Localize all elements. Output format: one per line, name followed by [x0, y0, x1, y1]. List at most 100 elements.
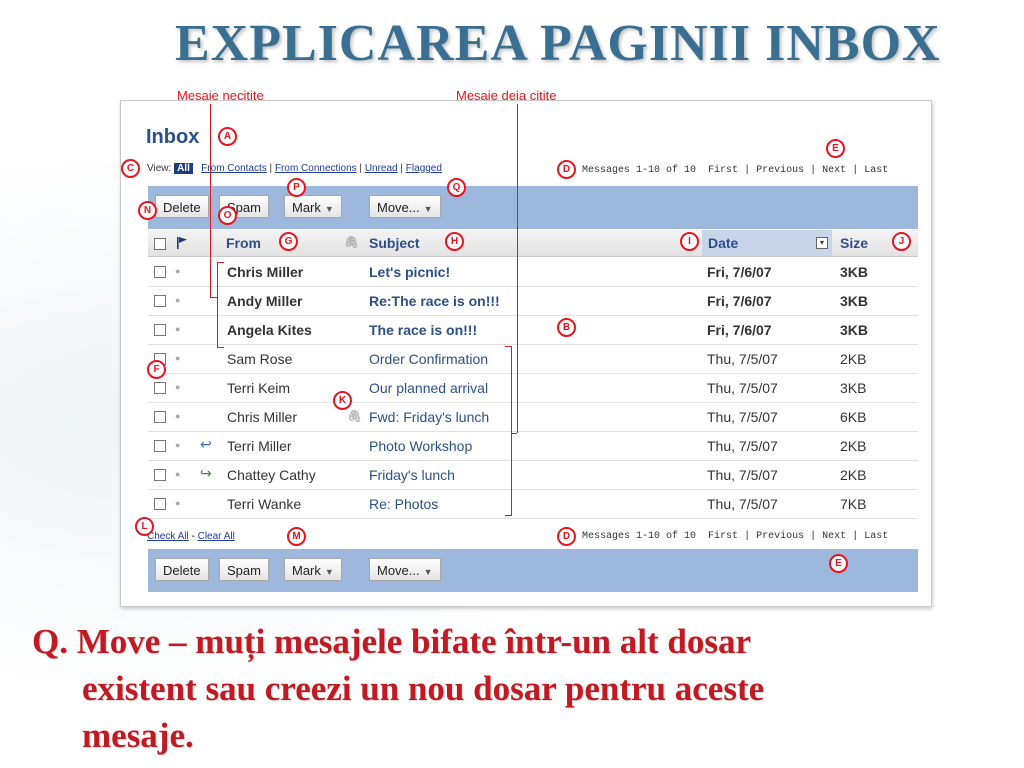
- read-leader-line: [517, 104, 518, 433]
- date-sort-dropdown-icon[interactable]: ▾: [816, 237, 828, 249]
- marker-c: C: [121, 159, 140, 178]
- message-subject[interactable]: Our planned arrival: [369, 380, 488, 396]
- pager-last-link[interactable]: Last: [864, 165, 888, 176]
- move-button[interactable]: Move... ▼: [369, 195, 441, 218]
- message-size: 2KB: [840, 467, 867, 483]
- marker-h: H: [445, 232, 464, 251]
- marker-p: P: [287, 178, 306, 197]
- flag-icon[interactable]: [176, 236, 188, 250]
- view-flagged-link[interactable]: Flagged: [406, 163, 442, 174]
- message-subject[interactable]: Photo Workshop: [369, 438, 472, 454]
- marker-g: G: [279, 232, 298, 251]
- message-subject[interactable]: Re:The race is on!!!: [369, 293, 500, 309]
- pager-next-link[interactable]: Next: [822, 165, 846, 176]
- marker-n: N: [138, 201, 157, 220]
- pager-bottom: Messages 1-10 of 10 First | Previous | N…: [582, 531, 888, 542]
- view-unread-link[interactable]: Unread: [365, 163, 398, 174]
- message-row[interactable]: ● ↪ Chattey Cathy Friday's lunch Thu, 7/5/07…: [148, 460, 918, 490]
- message-row[interactable]: ● Chris Miller Fwd: Friday's lunch Thu, 7/5…: [148, 402, 918, 432]
- message-size: 3KB: [840, 322, 869, 338]
- message-size: 7KB: [840, 496, 867, 512]
- message-subject[interactable]: Friday's lunch: [369, 467, 455, 483]
- message-checkbox[interactable]: [154, 440, 166, 452]
- message-row[interactable]: ● ↩ Terri Miller Photo Workshop Thu, 7/5/07 2…: [148, 431, 918, 461]
- flag-toggle-icon[interactable]: ●: [175, 498, 180, 508]
- marker-b: B: [557, 318, 576, 337]
- message-subject[interactable]: Order Confirmation: [369, 351, 488, 367]
- marker-o: O: [218, 206, 237, 225]
- message-checkbox[interactable]: [154, 469, 166, 481]
- replied-icon: ↩: [200, 436, 212, 452]
- separator: |: [852, 531, 859, 542]
- mark-button-label: Mark: [292, 200, 321, 215]
- view-all-filter[interactable]: All: [174, 163, 193, 174]
- message-sender: Chris Miller: [227, 409, 297, 425]
- select-all-checkbox[interactable]: [154, 238, 166, 250]
- column-subject[interactable]: Subject: [369, 235, 420, 251]
- pager-first-link[interactable]: First: [708, 165, 738, 176]
- delete-button[interactable]: Delete: [155, 195, 209, 218]
- spam-button[interactable]: Spam: [219, 558, 269, 581]
- pager-next-link[interactable]: Next: [822, 531, 846, 542]
- flag-toggle-icon[interactable]: ●: [175, 411, 180, 421]
- message-subject[interactable]: The race is on!!!: [369, 322, 477, 338]
- flag-toggle-icon[interactable]: ●: [175, 440, 180, 450]
- mark-button[interactable]: Mark ▼: [284, 195, 342, 218]
- flag-toggle-icon[interactable]: ●: [175, 353, 180, 363]
- message-row[interactable]: ● Sam Rose Order Confirmation Thu, 7/5/07 2K…: [148, 344, 918, 374]
- chevron-down-icon: ▼: [324, 567, 334, 577]
- separator: |: [400, 163, 404, 174]
- read-bracket: [505, 346, 512, 516]
- column-date[interactable]: Date: [708, 235, 738, 251]
- caption-line-1: Q. Move – muți mesajele bifate într-un a…: [32, 622, 752, 661]
- clear-all-link[interactable]: Clear All: [198, 531, 235, 542]
- marker-k: K: [333, 391, 352, 410]
- message-subject[interactable]: Let's picnic!: [369, 264, 450, 280]
- flag-toggle-icon[interactable]: ●: [175, 295, 180, 305]
- message-size: 3KB: [840, 293, 869, 309]
- message-row[interactable]: ● Angela Kites The race is on!!! Fri, 7/6/0…: [148, 315, 918, 345]
- view-from-connections-link[interactable]: From Connections: [275, 163, 357, 174]
- message-subject[interactable]: Re: Photos: [369, 496, 438, 512]
- message-sender: Andy Miller: [227, 293, 303, 309]
- message-subject[interactable]: Fwd: Friday's lunch: [369, 409, 489, 425]
- separator: |: [810, 531, 817, 542]
- flag-toggle-icon[interactable]: ●: [175, 324, 180, 334]
- flag-toggle-icon[interactable]: ●: [175, 266, 180, 276]
- pager-top: Messages 1-10 of 10 First | Previous | N…: [582, 165, 888, 176]
- message-size: 2KB: [840, 351, 867, 367]
- message-date: Thu, 7/5/07: [707, 380, 778, 396]
- column-size[interactable]: Size: [840, 235, 868, 251]
- pager-previous-link[interactable]: Previous: [756, 531, 804, 542]
- attachment-column-icon[interactable]: 🖇: [344, 235, 359, 249]
- view-from-contacts-link[interactable]: From Contacts: [201, 163, 267, 174]
- pager-first-link[interactable]: First: [708, 531, 738, 542]
- message-row[interactable]: ● Terri Wanke Re: Photos Thu, 7/5/07 7KB: [148, 489, 918, 519]
- move-button[interactable]: Move... ▼: [369, 558, 441, 581]
- mark-button[interactable]: Mark ▼: [284, 558, 342, 581]
- message-checkbox[interactable]: [154, 266, 166, 278]
- column-from[interactable]: From: [226, 235, 261, 251]
- chevron-down-icon: ▼: [423, 567, 433, 577]
- message-checkbox[interactable]: [154, 498, 166, 510]
- separator: |: [269, 163, 273, 174]
- check-all-link[interactable]: Check All: [147, 531, 189, 542]
- pager-previous-link[interactable]: Previous: [756, 165, 804, 176]
- caption-line-3: mesaje.: [82, 716, 194, 755]
- message-checkbox[interactable]: [154, 295, 166, 307]
- separator: |: [852, 165, 859, 176]
- pager-last-link[interactable]: Last: [864, 531, 888, 542]
- separator: -: [191, 531, 195, 542]
- message-checkbox[interactable]: [154, 324, 166, 336]
- toolbar-bottom: Delete Spam Mark ▼ Move... ▼: [148, 549, 918, 592]
- message-row[interactable]: ● Chris Miller Let's picnic! Fri, 7/6/07 3KB: [148, 257, 918, 287]
- flag-toggle-icon[interactable]: ●: [175, 469, 180, 479]
- flag-toggle-icon[interactable]: ●: [175, 382, 180, 392]
- message-checkbox[interactable]: [154, 411, 166, 423]
- attachment-icon: 🖇: [347, 409, 363, 423]
- delete-button[interactable]: Delete: [155, 558, 209, 581]
- marker-l: L: [135, 517, 154, 536]
- message-row[interactable]: ● Terri Keim Our planned arrival Thu, 7/5/0…: [148, 373, 918, 403]
- message-row[interactable]: ● Andy Miller Re:The race is on!!! Fri, 7/6…: [148, 286, 918, 316]
- message-checkbox[interactable]: [154, 382, 166, 394]
